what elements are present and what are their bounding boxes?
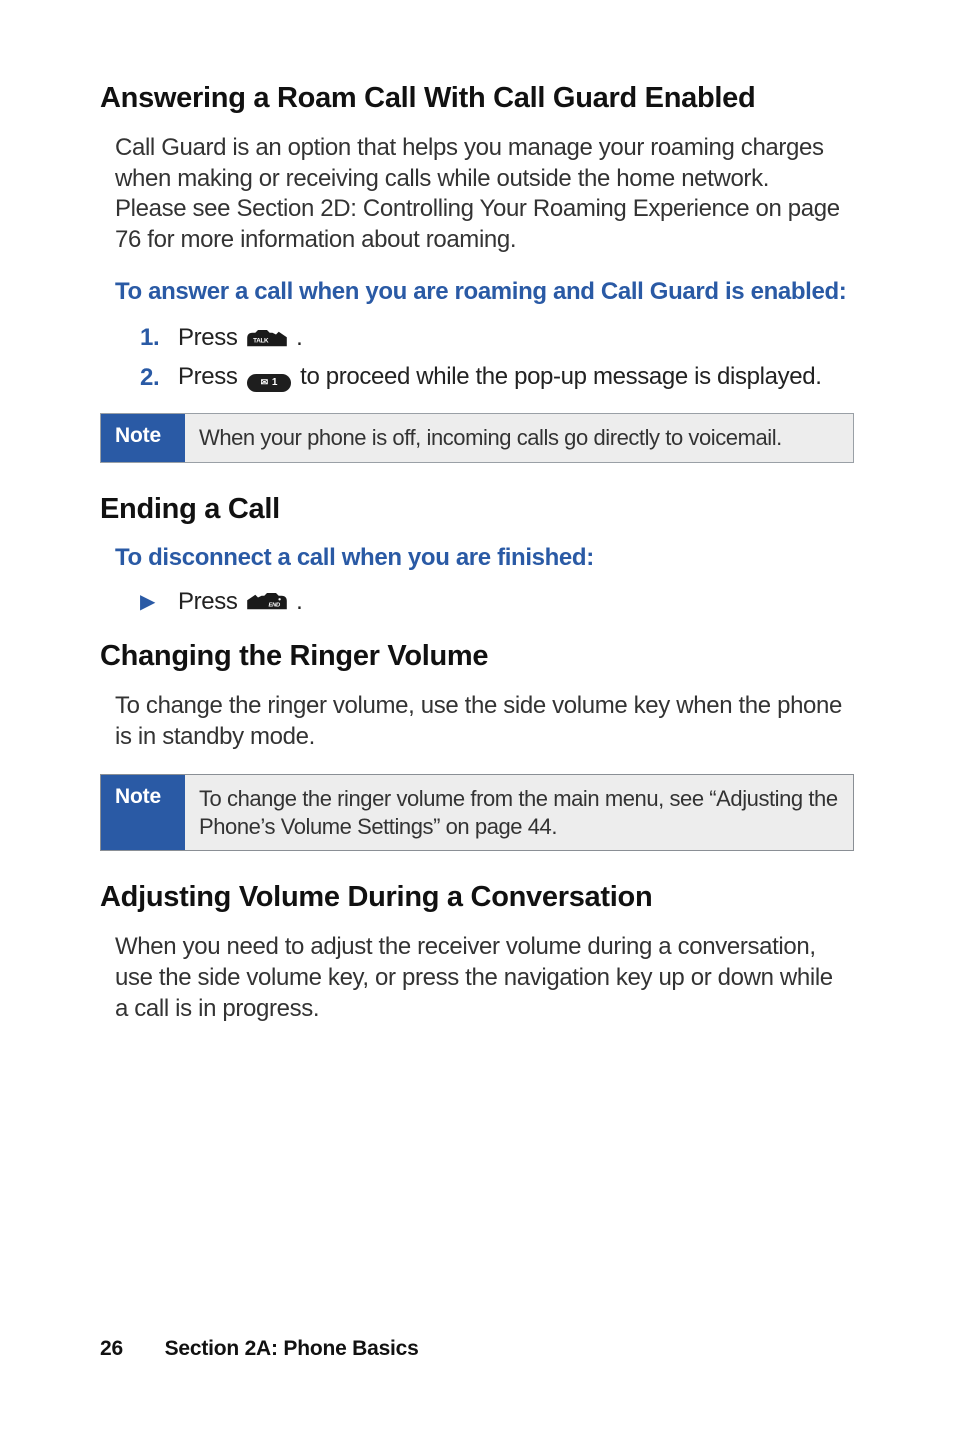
talk-key-icon: TALK	[247, 330, 287, 348]
step-2-text-b: to proceed while the pop-up message is d…	[300, 363, 821, 390]
body-adjust-volume: When you need to adjust the receiver vol…	[115, 932, 844, 1024]
document-page: Answering a Roam Call With Call Guard En…	[0, 0, 954, 1431]
note-label: Note	[101, 414, 185, 462]
note-box-ringer: Note To change the ringer volume from th…	[100, 774, 854, 851]
heading-ringer-volume: Changing the Ringer Volume	[100, 640, 854, 673]
body-ringer-volume: To change the ringer volume, use the sid…	[115, 691, 844, 752]
heading-roam-call: Answering a Roam Call With Call Guard En…	[100, 82, 854, 115]
page-footer: 26 Section 2A: Phone Basics	[100, 1337, 419, 1361]
step-1: 1. Press TALK .	[140, 322, 854, 353]
heading-ending-call: Ending a Call	[100, 493, 854, 526]
step-1-text-a: Press	[178, 324, 244, 351]
heading-adjust-volume: Adjusting Volume During a Conversation	[100, 881, 854, 914]
subhead-disconnect: To disconnect a call when you are finish…	[115, 544, 854, 572]
note-text: When your phone is off, incoming calls g…	[185, 414, 796, 462]
end-key-icon: END	[247, 593, 287, 611]
footer-section: Section 2A: Phone Basics	[165, 1337, 419, 1360]
note-text: To change the ringer volume from the mai…	[185, 775, 853, 850]
bullet-item: ▶ Press END .	[140, 588, 854, 616]
steps-roam: 1. Press TALK . 2. Press ✉ 1	[140, 322, 854, 393]
step-number: 1.	[140, 322, 178, 353]
subhead-roam-steps: To answer a call when you are roaming an…	[115, 278, 854, 306]
note-box-voicemail: Note When your phone is off, incoming ca…	[100, 413, 854, 463]
page-number: 26	[100, 1337, 123, 1360]
note-label: Note	[101, 775, 185, 850]
step-2-text-a: Press	[178, 363, 244, 390]
body-roam-call: Call Guard is an option that helps you m…	[115, 133, 844, 256]
play-bullet-icon: ▶	[140, 589, 178, 614]
bullet-ending: ▶ Press END .	[140, 588, 854, 616]
bullet-text-b: .	[296, 588, 302, 615]
envelope-icon: ✉	[261, 377, 268, 389]
svg-text:END: END	[268, 603, 280, 609]
svg-text:TALK: TALK	[253, 337, 269, 344]
step-2: 2. Press ✉ 1 to proceed while the pop-up…	[140, 361, 854, 393]
step-1-text-b: .	[296, 324, 302, 351]
one-key-icon: ✉ 1	[247, 362, 291, 393]
step-number: 2.	[140, 362, 178, 393]
key-digit: 1	[272, 376, 277, 389]
bullet-text-a: Press	[178, 588, 244, 615]
